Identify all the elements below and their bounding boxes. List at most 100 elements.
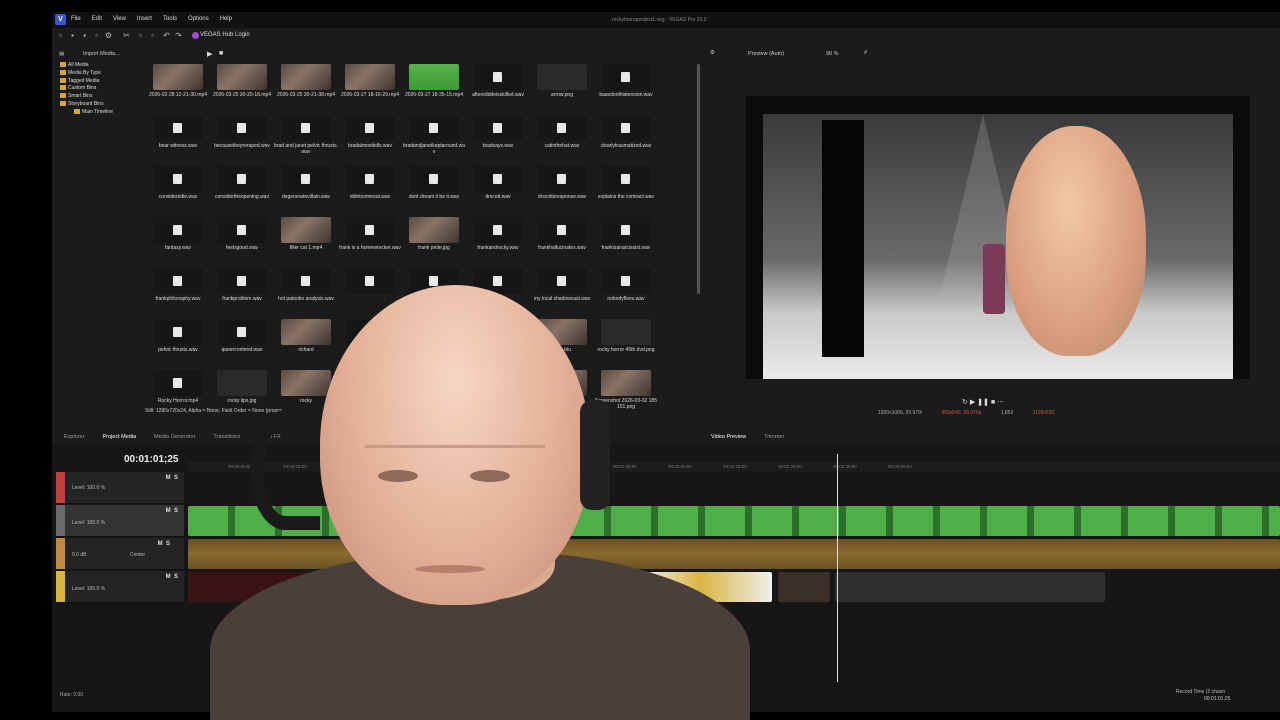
media-item[interactable]: my local shadowcast.wav <box>530 266 594 317</box>
tab-transitions[interactable]: Transitions <box>213 434 240 444</box>
lane-video-3[interactable] <box>188 572 1280 602</box>
media-item[interactable]: afteredddeisskilled.wav <box>466 62 530 113</box>
tab-video-preview[interactable]: Video Preview <box>711 434 746 444</box>
import-media-icon[interactable]: ▤ <box>59 51 64 57</box>
track-header-video-3[interactable]: Level: 100.0 % M S <box>56 571 184 603</box>
media-item[interactable]: 2026-02-28 12-21-30.mp4 <box>146 62 210 113</box>
mute-solo-buttons[interactable]: M S <box>166 475 178 481</box>
media-item[interactable]: frankphilosophy.wav <box>146 266 210 317</box>
media-item[interactable]: bear witness.wav <box>146 113 210 164</box>
media-item[interactable]: 45th blu <box>530 317 594 368</box>
tree-item-smart-bins[interactable]: Smart Bins <box>60 93 145 101</box>
media-item[interactable] <box>466 266 530 317</box>
track-header-video-2[interactable]: Level: 100.0 % M S <box>56 505 184 537</box>
media-item[interactable]: frank pride.jpg <box>402 215 466 266</box>
media-item[interactable] <box>466 317 530 368</box>
media-item[interactable]: bradalmosttells.wav <box>338 113 402 164</box>
media-item[interactable]: basedonthistension.wav <box>594 62 658 113</box>
media-item[interactable]: filler cat 1.mp4 <box>274 215 338 266</box>
tree-item-custom-bins[interactable]: Custom Bins <box>60 85 145 93</box>
media-item[interactable] <box>338 368 402 419</box>
photo-clip[interactable] <box>778 572 830 602</box>
media-item[interactable]: hot patootie analysis.wav <box>274 266 338 317</box>
media-item[interactable]: brad and janet pelvic thrusts.wav <box>274 113 338 164</box>
scene-clip[interactable] <box>835 572 1105 602</box>
media-item[interactable]: didntcomeout.wav <box>338 164 402 215</box>
media-item[interactable] <box>402 368 466 419</box>
media-item[interactable]: considertheopening.wav <box>210 164 274 215</box>
grid-icon[interactable]: # <box>864 50 867 56</box>
playhead[interactable] <box>837 454 838 682</box>
media-item[interactable] <box>530 368 594 419</box>
media-item[interactable]: pelvic thrusts.wav <box>146 317 210 368</box>
preview-zoom-select[interactable]: 90 % <box>826 51 839 57</box>
media-item[interactable]: frankproblem.wav <box>210 266 274 317</box>
menu-view[interactable]: View <box>113 16 126 22</box>
media-item[interactable]: richard <box>274 317 338 368</box>
open-icon[interactable]: ▪ <box>68 31 77 40</box>
tab-media-generator[interactable]: Media Generator <box>154 434 195 444</box>
media-item[interactable]: nobodyflees.wav <box>594 266 658 317</box>
preview-mode-select[interactable]: Preview (Auto) <box>748 51 784 57</box>
media-item[interactable]: rocky horror 45th dvd.png <box>594 317 658 368</box>
import-media-button[interactable]: Import Media... <box>83 51 120 57</box>
menu-tools[interactable]: Tools <box>163 16 177 22</box>
rainbow-clip[interactable] <box>562 572 642 602</box>
media-item[interactable]: fantasy.wav <box>146 215 210 266</box>
copy-icon[interactable]: ▫ <box>136 31 145 40</box>
media-item[interactable]: 2026-03-25 20-20-18.mp4 <box>210 62 274 113</box>
settings-icon[interactable]: ⚙ <box>104 31 113 40</box>
audio-clip[interactable] <box>188 539 1280 569</box>
track-header-video-1[interactable]: Level: 100.0 % M S <box>56 472 184 504</box>
tree-item-all-media[interactable]: All Media <box>60 62 145 70</box>
media-item[interactable]: drscott.wav <box>466 164 530 215</box>
cut-icon[interactable]: ✂ <box>122 31 131 40</box>
new-icon[interactable]: ▫ <box>56 31 65 40</box>
green-screen-clip[interactable] <box>188 506 1280 536</box>
media-item[interactable]: degeneratevillain.wav <box>274 164 338 215</box>
media-item[interactable] <box>402 266 466 317</box>
tree-item-main-timeline[interactable]: Main Timeline <box>60 108 145 117</box>
menu-insert[interactable]: Insert <box>137 16 152 22</box>
media-item[interactable]: 2026-03-27 18-35-15.mp4 <box>402 62 466 113</box>
tab-video-fx[interactable]: Video FX <box>258 434 281 444</box>
menu-help[interactable]: Help <box>220 16 232 22</box>
vegas-hub-login-button[interactable]: VEGAS Hub Login <box>200 32 250 38</box>
media-item[interactable]: bradandjanetkeptaround.wav <box>402 113 466 164</box>
tab-trimmer[interactable]: Trimmer <box>764 434 784 444</box>
lips-clip[interactable] <box>188 572 308 602</box>
media-item[interactable]: catinthehat.wav <box>530 113 594 164</box>
menu-file[interactable]: File <box>71 16 81 22</box>
menu-edit[interactable]: Edit <box>92 16 102 22</box>
render-icon[interactable]: ▫ <box>92 31 101 40</box>
track-header-audio[interactable]: 0.0 dB Center M S <box>56 538 184 570</box>
media-item[interactable]: rocky <box>274 368 338 419</box>
media-item[interactable]: dont dream it be it.wav <box>402 164 466 215</box>
tree-item-storyboard-bins[interactable]: Storyboard Bins <box>60 100 145 109</box>
media-item[interactable] <box>338 317 402 368</box>
media-item[interactable]: drscottsresponse.wav <box>530 164 594 215</box>
video-preview[interactable] <box>746 96 1250 379</box>
more-icon[interactable]: ⋯ <box>997 399 1004 406</box>
media-item[interactable] <box>402 317 466 368</box>
mute-solo-buttons[interactable]: M S <box>166 508 178 514</box>
media-item[interactable]: consideredie.wav <box>146 164 210 215</box>
media-item[interactable]: Screenshot 2026-03-02 185151.png <box>594 368 658 419</box>
undo-icon[interactable]: ↶ <box>162 31 171 40</box>
lane-audio[interactable] <box>188 539 1280 569</box>
pause-icon[interactable]: ❚❚ <box>977 399 989 406</box>
tab-project-media[interactable]: Project Media <box>102 434 136 444</box>
mute-solo-buttons[interactable]: M S <box>158 541 170 547</box>
tree-item-media-by-type[interactable]: Media By Type <box>60 69 145 78</box>
tab-explorer[interactable]: Explorer <box>64 434 84 444</box>
media-item[interactable]: 2026-03-27 18-16-29.mp4 <box>338 62 402 113</box>
media-item[interactable]: becausetheyreraped.wav <box>210 113 274 164</box>
media-item[interactable]: arrow.png <box>530 62 594 113</box>
media-item[interactable]: frankhallucinates.wav <box>530 215 594 266</box>
stop-media-icon[interactable]: ■ <box>219 50 223 57</box>
tree-item-tagged-media[interactable]: Tagged Media <box>60 77 145 86</box>
media-item[interactable] <box>338 266 402 317</box>
dvd-clip[interactable] <box>642 572 772 602</box>
media-item[interactable]: frankisanarcissist.wav <box>594 215 658 266</box>
redo-icon[interactable]: ↷ <box>174 31 183 40</box>
